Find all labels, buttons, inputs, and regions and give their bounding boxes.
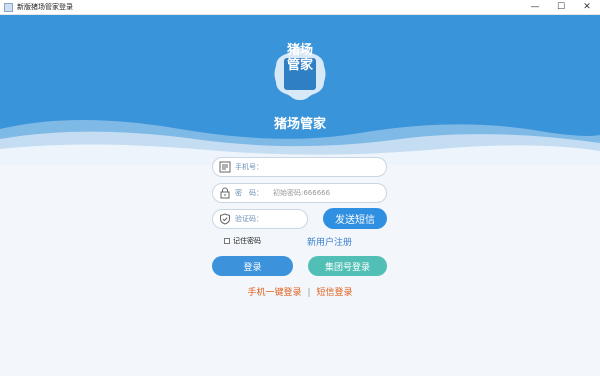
- header-banner: 猪场 管家 猪场管家: [0, 15, 600, 165]
- link-separator: |: [307, 288, 311, 298]
- lock-icon: [219, 187, 231, 199]
- remember-checkbox[interactable]: [224, 238, 230, 244]
- login-button[interactable]: 登录: [212, 256, 293, 276]
- app-window-icon: [4, 2, 13, 12]
- phone-card-icon: [219, 161, 231, 173]
- logo-text: 猪场 管家: [284, 43, 316, 75]
- logo-line-1: 猪场: [286, 43, 313, 58]
- password-field[interactable]: 密 码：: [212, 183, 387, 203]
- title-bar: 新版猪场管家登录 — ☐ ✕: [0, 0, 600, 15]
- alt-login-links: 手机一键登录 | 短信登录: [0, 285, 600, 298]
- maximize-button[interactable]: ☐: [548, 0, 574, 14]
- shield-check-icon: [219, 213, 231, 225]
- password-input[interactable]: [273, 189, 373, 197]
- group-login-button[interactable]: 集团号登录: [308, 256, 387, 276]
- register-link[interactable]: 新用户注册: [307, 235, 352, 248]
- code-field[interactable]: 验证码：: [212, 209, 308, 229]
- window-controls: — ☐ ✕: [522, 0, 600, 14]
- code-input[interactable]: [267, 215, 297, 223]
- phone-field[interactable]: 手机号：: [212, 157, 387, 177]
- remember-password[interactable]: 记住密码: [224, 236, 261, 246]
- phone-label: 手机号：: [235, 163, 263, 171]
- logo-line-2: 管家: [286, 58, 313, 73]
- close-button[interactable]: ✕: [574, 0, 600, 14]
- send-sms-button[interactable]: 发送短信: [323, 208, 387, 229]
- phone-input[interactable]: [273, 163, 373, 171]
- minimize-button[interactable]: —: [522, 0, 548, 14]
- sms-login-link[interactable]: 短信登录: [317, 288, 353, 298]
- remember-label: 记住密码: [233, 237, 261, 245]
- window-title: 新版猪场管家登录: [17, 3, 73, 11]
- app-name: 猪场管家: [273, 117, 326, 132]
- password-label: 密 码：: [235, 189, 263, 197]
- code-label: 验证码：: [235, 215, 263, 223]
- one-click-login-link[interactable]: 手机一键登录: [247, 288, 301, 298]
